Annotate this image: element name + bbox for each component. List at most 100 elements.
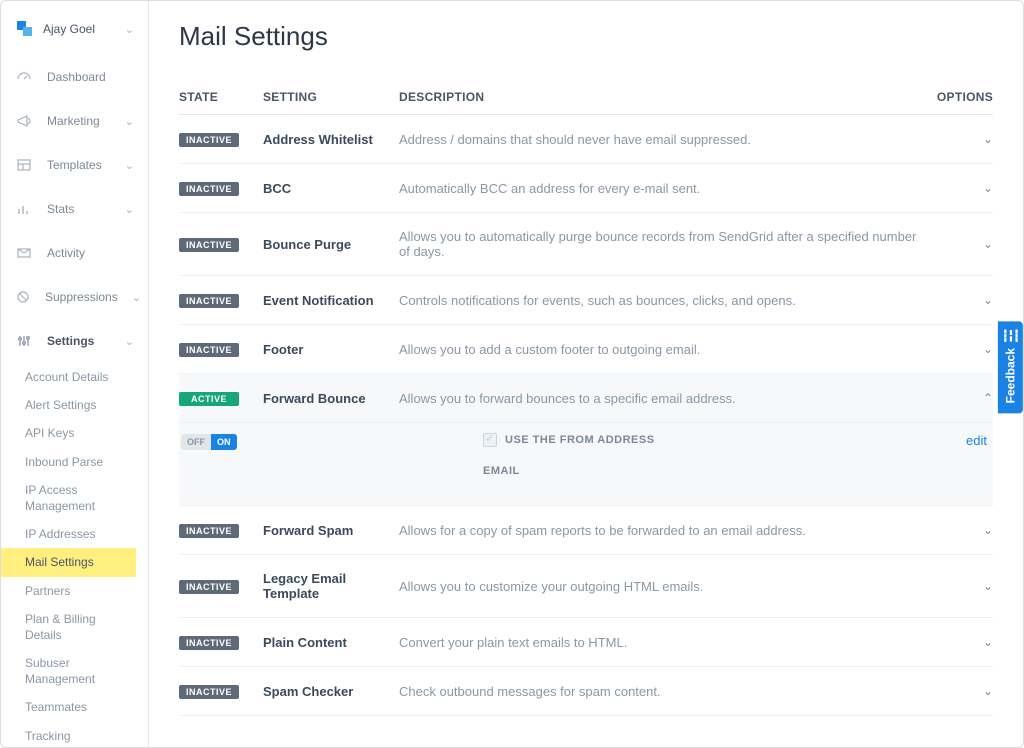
subnav-plan-billing[interactable]: Plan & Billing Details — [1, 605, 148, 649]
setting-description: Allows you to forward bounces to a speci… — [399, 391, 923, 406]
state-badge: ACTIVE — [179, 392, 239, 406]
feedback-tab[interactable]: Feedback ┇╏┇ — [998, 321, 1023, 413]
setting-name: Footer — [263, 342, 399, 357]
setting-name: Address Whitelist — [263, 132, 399, 147]
col-setting: SETTING — [263, 90, 399, 104]
mail-icon — [15, 245, 33, 261]
setting-description: Address / domains that should never have… — [399, 132, 923, 147]
setting-name: Event Notification — [263, 293, 399, 308]
chevron-down-icon[interactable]: ⌄ — [923, 181, 993, 195]
setting-name: Legacy Email Template — [263, 571, 399, 601]
setting-description: Allows you to add a custom footer to out… — [399, 342, 923, 357]
setting-row[interactable]: INACTIVE Legacy Email TemplateAllows you … — [179, 555, 993, 618]
expanded-panel: OFFONUSE THE FROM ADDRESSEMAILedit — [179, 423, 993, 506]
nav-settings[interactable]: Settings ⌄ — [1, 319, 148, 363]
setting-row[interactable]: INACTIVE FooterAllows you to add a custom… — [179, 325, 993, 374]
block-icon — [15, 289, 31, 305]
primary-nav: Dashboard Marketing ⌄ Templates ⌄ Stats … — [1, 55, 148, 363]
settings-subnav: Account Details Alert Settings API Keys … — [1, 363, 148, 747]
subnav-inbound-parse[interactable]: Inbound Parse — [1, 448, 148, 476]
user-menu[interactable]: Ajay Goel ⌄ — [1, 11, 148, 55]
bars-icon: ┇╏┇ — [1002, 329, 1019, 342]
chevron-down-icon[interactable]: ⌄ — [923, 342, 993, 356]
setting-row[interactable]: ACTIVE Forward BounceAllows you to forwar… — [179, 374, 993, 423]
table-header: STATE SETTING DESCRIPTION OPTIONS — [179, 80, 993, 115]
layout-icon — [15, 157, 33, 173]
setting-row[interactable]: INACTIVE Bounce PurgeAllows you to automa… — [179, 213, 993, 276]
state-badge: INACTIVE — [179, 580, 239, 594]
chevron-down-icon: ⌄ — [125, 203, 134, 216]
subnav-alert-settings[interactable]: Alert Settings — [1, 391, 148, 419]
setting-row[interactable]: INACTIVE BCCAutomatically BCC an address … — [179, 164, 993, 213]
subnav-teammates[interactable]: Teammates — [1, 693, 148, 721]
logo-icon — [15, 19, 35, 39]
setting-description: Check outbound messages for spam content… — [399, 684, 923, 699]
setting-name: Spam Checker — [263, 684, 399, 699]
setting-description: Controls notifications for events, such … — [399, 293, 923, 308]
nav-suppressions[interactable]: Suppressions ⌄ — [1, 275, 148, 319]
setting-description: Allows you to customize your outgoing HT… — [399, 579, 923, 594]
nav-activity[interactable]: Activity — [1, 231, 148, 275]
chevron-down-icon: ⌄ — [125, 23, 134, 36]
chevron-down-icon[interactable]: ⌄ — [923, 237, 993, 251]
chevron-down-icon: ⌄ — [125, 115, 134, 128]
edit-link[interactable]: edit — [966, 433, 993, 448]
state-badge: INACTIVE — [179, 343, 239, 357]
subnav-account-details[interactable]: Account Details — [1, 363, 148, 391]
nav-marketing[interactable]: Marketing ⌄ — [1, 99, 148, 143]
use-from-label: USE THE FROM ADDRESS — [505, 434, 655, 446]
setting-row[interactable]: INACTIVE Event NotificationControls notif… — [179, 276, 993, 325]
setting-description: Allows for a copy of spam reports to be … — [399, 523, 923, 538]
setting-name: BCC — [263, 181, 399, 196]
setting-name: Bounce Purge — [263, 237, 399, 252]
sidebar: Ajay Goel ⌄ Dashboard Marketing ⌄ Templa… — [1, 1, 149, 747]
state-badge: INACTIVE — [179, 294, 239, 308]
state-badge: INACTIVE — [179, 524, 239, 538]
col-options: OPTIONS — [923, 90, 993, 104]
col-description: DESCRIPTION — [399, 90, 923, 104]
setting-row[interactable]: INACTIVE Spam CheckerCheck outbound messa… — [179, 667, 993, 716]
chevron-down-icon[interactable]: ⌄ — [923, 132, 993, 146]
page-title: Mail Settings — [179, 21, 993, 52]
setting-name: Forward Spam — [263, 523, 399, 538]
nav-stats[interactable]: Stats ⌄ — [1, 187, 148, 231]
subnav-subuser[interactable]: Subuser Management — [1, 649, 148, 693]
chevron-down-icon: ⌄ — [125, 335, 134, 348]
nav-templates[interactable]: Templates ⌄ — [1, 143, 148, 187]
chevron-down-icon[interactable]: ⌄ — [923, 579, 993, 593]
subnav-ip-access[interactable]: IP Access Management — [1, 476, 148, 520]
sliders-icon — [15, 333, 33, 349]
subnav-mail-settings[interactable]: Mail Settings — [1, 548, 136, 576]
subnav-ip-addresses[interactable]: IP Addresses — [1, 520, 148, 548]
chevron-down-icon[interactable]: ⌄ — [923, 523, 993, 537]
state-badge: INACTIVE — [179, 182, 239, 196]
bars-icon — [15, 201, 33, 217]
setting-description: Automatically BCC an address for every e… — [399, 181, 923, 196]
subnav-partners[interactable]: Partners — [1, 577, 148, 605]
chevron-down-icon[interactable]: ⌄ — [923, 635, 993, 649]
nav-dashboard[interactable]: Dashboard — [1, 55, 148, 99]
col-state: STATE — [179, 90, 263, 104]
email-field-label: EMAIL — [483, 465, 923, 477]
setting-row[interactable]: INACTIVE Address WhitelistAddress / domai… — [179, 115, 993, 164]
main-content: Mail Settings STATE SETTING DESCRIPTION … — [149, 1, 1023, 747]
chevron-up-icon[interactable]: ⌃ — [923, 391, 993, 405]
settings-rows: INACTIVE Address WhitelistAddress / domai… — [179, 115, 993, 716]
setting-description: Allows you to automatically purge bounce… — [399, 229, 923, 259]
chevron-down-icon: ⌄ — [125, 159, 134, 172]
setting-row[interactable]: INACTIVE Forward SpamAllows for a copy of… — [179, 506, 993, 555]
subnav-tracking[interactable]: Tracking — [1, 722, 148, 747]
state-badge: INACTIVE — [179, 238, 239, 252]
state-badge: INACTIVE — [179, 133, 239, 147]
gauge-icon — [15, 69, 33, 85]
chevron-down-icon[interactable]: ⌄ — [923, 684, 993, 698]
state-badge: INACTIVE — [179, 636, 239, 650]
state-badge: INACTIVE — [179, 685, 239, 699]
use-from-checkbox[interactable] — [483, 433, 497, 447]
setting-row[interactable]: INACTIVEPlain ContentConvert your plain … — [179, 618, 993, 667]
subnav-api-keys[interactable]: API Keys — [1, 419, 148, 447]
chevron-down-icon[interactable]: ⌄ — [923, 293, 993, 307]
chevron-down-icon: ⌄ — [132, 291, 141, 304]
setting-name: Forward Bounce — [263, 391, 399, 406]
setting-description: Convert your plain text emails to HTML. — [399, 635, 923, 650]
